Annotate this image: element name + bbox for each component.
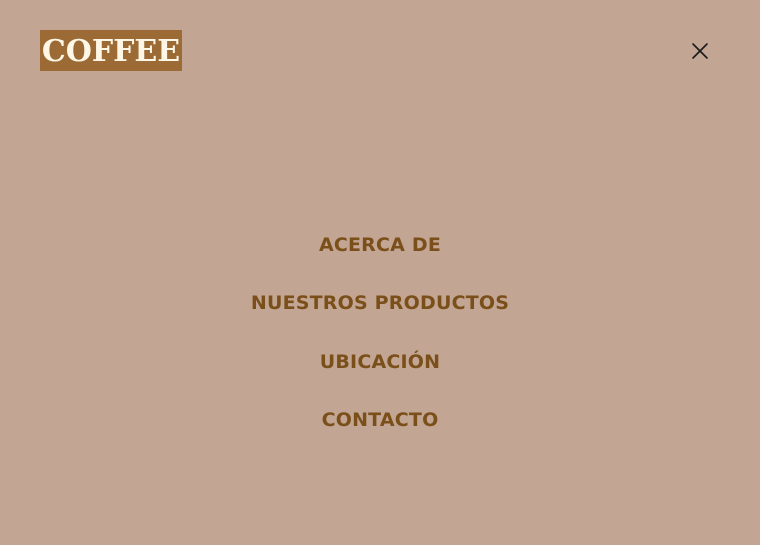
nav-item-acerca-de[interactable]: ACERCA DE	[0, 233, 760, 257]
nav-item-contacto[interactable]: CONTACTO	[0, 408, 760, 432]
main-nav-menu: ACERCA DE NUESTROS PRODUCTOS UBICACIÓN C…	[0, 0, 760, 545]
nav-item-ubicacion[interactable]: UBICACIÓN	[0, 350, 760, 374]
nav-item-label: CONTACTO	[321, 409, 439, 431]
nav-item-label: ACERCA DE	[318, 234, 442, 256]
nav-item-label: UBICACIÓN	[319, 351, 441, 373]
nav-item-nuestros-productos[interactable]: NUESTROS PRODUCTOS	[0, 291, 760, 315]
nav-item-label: NUESTROS PRODUCTOS	[250, 292, 510, 314]
